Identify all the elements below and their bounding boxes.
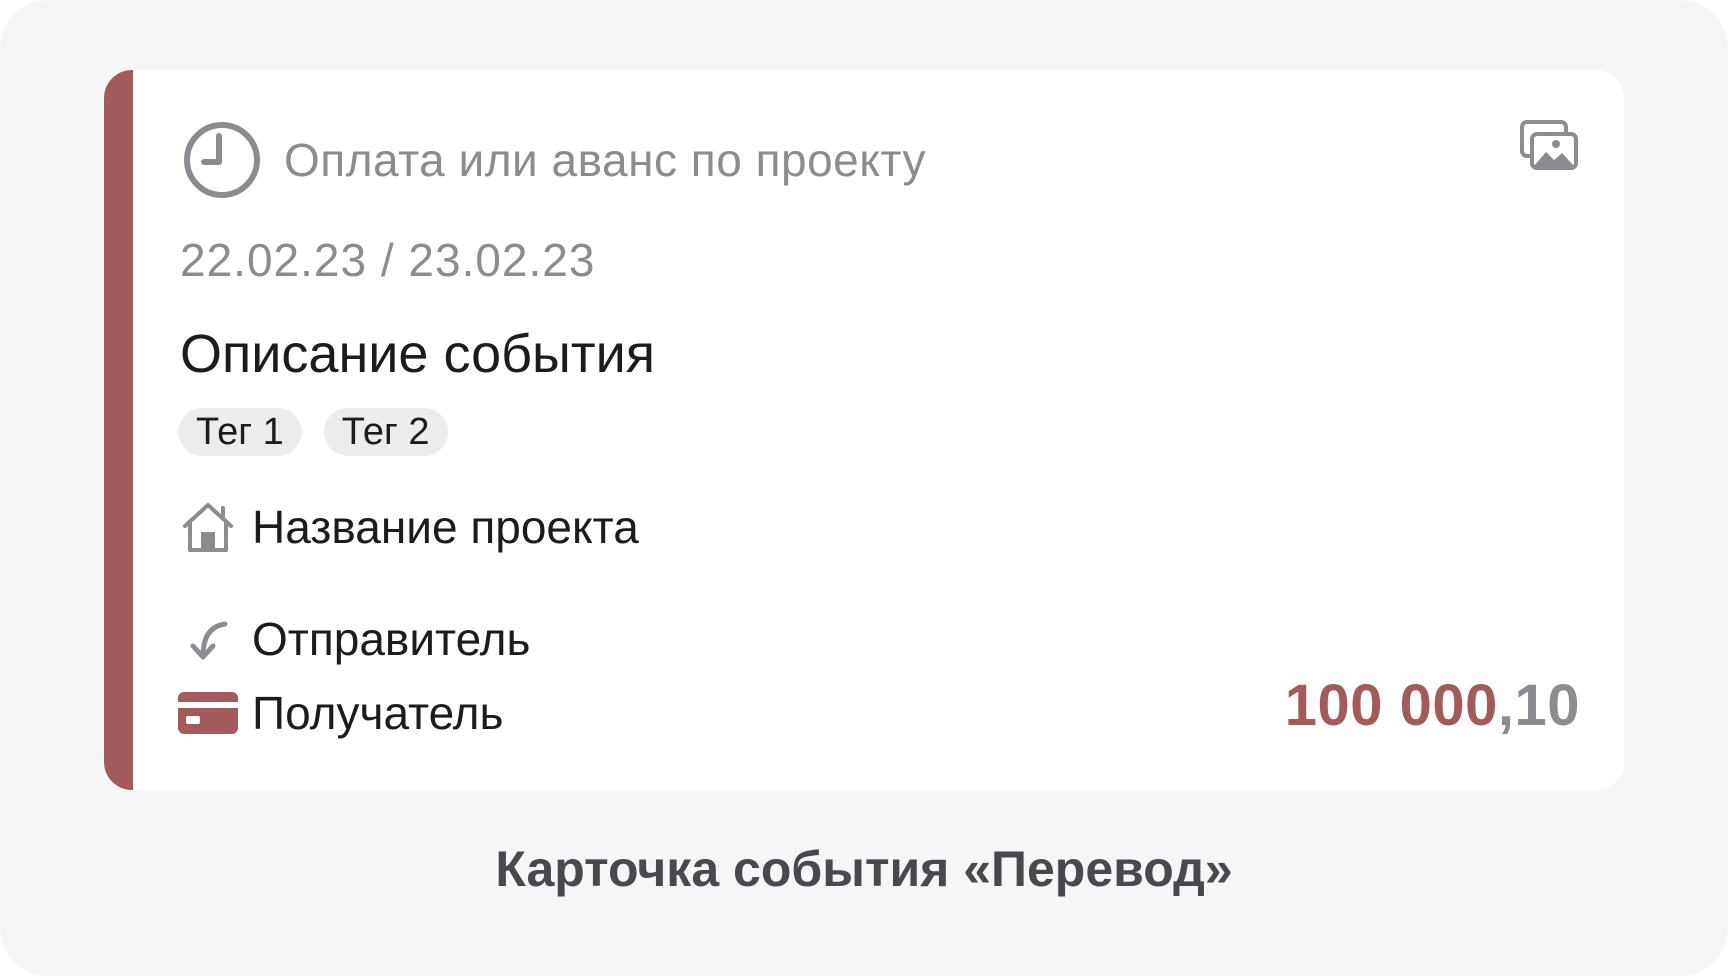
card-accent-bar <box>104 70 133 790</box>
event-title: Описание события <box>180 324 655 384</box>
tag-list: Тег 1 Тег 2 <box>178 408 448 456</box>
sender-label: Отправитель <box>252 613 531 665</box>
event-status: Оплата или аванс по проекту <box>180 118 926 202</box>
gallery-button[interactable] <box>1520 120 1580 174</box>
receiver-row: Получатель <box>178 680 503 746</box>
gallery-icon <box>1520 120 1578 170</box>
clock-icon <box>184 122 260 198</box>
event-dates: 22.02.23 / 23.02.23 <box>180 234 596 286</box>
screen-background: Оплата или аванс по проекту 22.02.23 / 2… <box>0 0 1728 976</box>
amount-main: 100 000 <box>1284 673 1498 738</box>
figure-caption: Карточка события «Перевод» <box>495 841 1233 897</box>
incoming-arrow-icon <box>178 609 238 669</box>
receiver-label: Получатель <box>252 687 504 739</box>
tag-chip[interactable]: Тег 1 <box>178 408 302 456</box>
project-link[interactable]: Название проекта <box>178 494 639 560</box>
event-status-text: Оплата или аванс по проекту <box>284 134 926 186</box>
project-name: Название проекта <box>252 501 639 553</box>
event-card[interactable]: Оплата или аванс по проекту 22.02.23 / 2… <box>104 70 1624 790</box>
home-icon <box>178 497 238 557</box>
tag-chip[interactable]: Тег 2 <box>323 408 448 456</box>
amount-cents: ,10 <box>1497 673 1580 738</box>
transfer-amount: 100 000,10 <box>1285 672 1580 739</box>
credit-card-icon <box>178 683 238 743</box>
sender-row: Отправитель <box>178 606 530 672</box>
